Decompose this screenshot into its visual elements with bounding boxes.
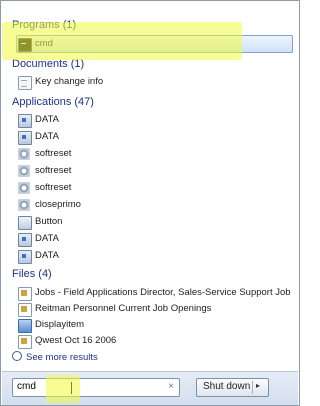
application-item[interactable]: DATA [18,248,288,264]
gear-icon [18,182,30,194]
application-item-label: DATA [35,233,59,244]
file-item[interactable]: Reitman Personnel Current Job Openings [18,301,288,317]
button-icon [18,216,32,230]
application-item[interactable]: closeprimo [18,197,288,213]
file-item-label: Jobs - Field Applications Director, Sale… [35,287,291,298]
applications-heading-label: Applications (47) [12,96,94,108]
gear-icon [18,165,30,177]
yellow-annotation-highlight [46,375,80,403]
application-icon [18,114,32,128]
start-menu: Programs (1) cmd Documents (1) Key chang… [0,0,300,406]
file-item[interactable]: Displayitem [18,317,288,333]
see-more-label: See more results [26,352,98,363]
files-heading: Files (4) [12,267,52,281]
application-item-label: DATA [35,114,59,125]
application-item[interactable]: DATA [18,129,288,145]
start-menu-footer: cmd × Shut down ▸ [2,371,298,405]
file-item-label: Displayitem [35,319,85,330]
application-item-label: softreset [35,165,72,176]
application-item-label: DATA [35,131,59,142]
applications-heading: Applications (47) [12,95,94,109]
application-icon [18,233,32,247]
shut-down-button[interactable]: Shut down ▸ [196,378,269,397]
application-item[interactable]: Button [18,214,288,230]
application-item-label: Button [35,216,63,227]
application-item-label: closeprimo [35,199,81,210]
file-icon [18,303,32,317]
application-item[interactable]: DATA [18,112,288,128]
shut-down-label: Shut down [203,381,251,392]
gear-icon [18,148,30,160]
yellow-annotation-highlight [2,22,242,60]
file-icon [18,287,32,301]
application-item[interactable]: DATA [18,231,288,247]
application-icon [18,131,32,145]
application-item[interactable]: softreset [18,163,288,179]
application-item-label: softreset [35,182,72,193]
search-input[interactable]: cmd × [12,378,180,397]
button-separator [252,381,253,394]
application-item-label: DATA [35,250,59,261]
files-heading-label: Files (4) [12,268,52,280]
file-item[interactable]: Jobs - Field Applications Director, Sale… [18,285,291,301]
application-item-label: softreset [35,148,72,159]
file-item[interactable]: Qwest Oct 16 2006 [18,333,288,349]
application-item[interactable]: softreset [18,146,288,162]
application-item[interactable]: softreset [18,180,288,196]
search-input-value: cmd [17,381,36,392]
see-more-results-link[interactable]: See more results [12,351,98,365]
search-results-panel: Programs (1) cmd Documents (1) Key chang… [2,2,298,371]
file-item-label: Reitman Personnel Current Job Openings [35,303,212,314]
application-icon [18,250,32,264]
search-icon [12,351,22,361]
display-icon [18,319,32,333]
clear-search-icon[interactable]: × [168,381,174,392]
gear-icon [18,199,30,211]
arrow-right-icon[interactable]: ▸ [256,381,260,390]
document-item-label: Key change info [35,76,104,87]
file-icon [18,335,32,349]
document-icon [18,76,32,90]
file-item-label: Qwest Oct 16 2006 [35,335,117,346]
document-item[interactable]: Key change info [18,74,288,90]
